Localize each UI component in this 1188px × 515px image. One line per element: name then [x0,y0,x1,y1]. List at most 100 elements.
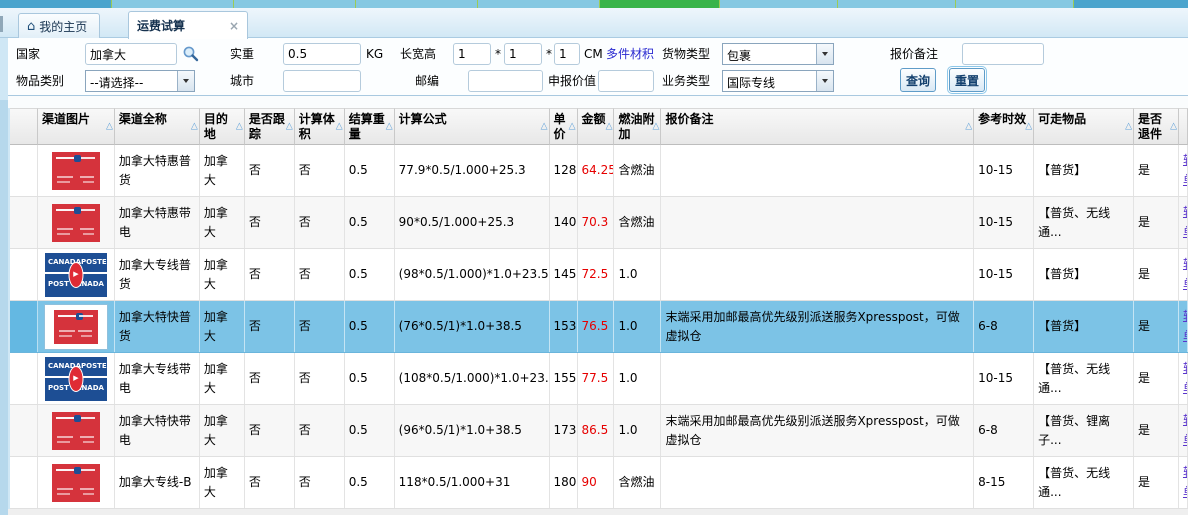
cell-fuel: 1.0 [614,249,661,300]
zip-input[interactable] [468,70,543,92]
column-header-label: 参考时效 [978,112,1026,126]
clipped-row-action-link[interactable]: 转 单 [1183,411,1188,449]
quote-remark-input[interactable] [962,43,1044,65]
weight-label: 实重 [230,43,254,65]
sort-icon[interactable]: △ [1170,119,1177,134]
canada-post-red-logo [52,204,100,242]
query-button[interactable]: 查询 [900,68,936,92]
amount-value: 72.5 [582,265,609,284]
cell-vol: 否 [295,405,345,456]
chevron-down-icon[interactable] [816,44,833,64]
column-header-time[interactable]: 参考时效△ [974,108,1034,145]
cell-track: 否 [245,249,295,300]
chevron-down-icon[interactable] [177,71,194,91]
cell-sel [10,249,38,300]
clipped-row-action-link[interactable]: 转 单 [1183,463,1188,501]
country-search-icon[interactable] [182,45,200,66]
column-header-weight[interactable]: 结算重量△ [345,108,395,145]
country-input[interactable] [85,43,177,65]
column-header-price[interactable]: 单价△ [550,108,578,145]
cell-time: 8-15 [974,457,1034,508]
dim-width-input[interactable] [504,43,542,65]
city-input[interactable] [283,70,361,92]
column-header-label: 是否跟踪 [249,112,285,141]
declared-value-label: 申报价值 [548,70,596,92]
cell-fuel: 1.0 [614,405,661,456]
canada-post-blue-logo: CANADAPOSTESPOSTCANADA▶ [45,357,107,401]
column-header-amount[interactable]: 金额△ [578,108,615,145]
sort-icon[interactable]: △ [1125,119,1132,134]
cell-name: 加拿大特惠普货 [115,145,200,196]
sort-icon[interactable]: △ [1025,119,1032,134]
sort-icon[interactable]: △ [106,119,113,134]
cell-dest: 加拿大 [200,301,245,352]
sort-icon[interactable]: △ [965,119,972,134]
reset-button[interactable]: 重置 [949,68,985,92]
logo-selected-box [44,304,108,350]
dim-length-input[interactable] [453,43,491,65]
sort-icon[interactable]: △ [606,119,613,134]
table-row[interactable]: 加拿大特惠带电加拿大否否0.590*0.5/1.000+25.3140.670.… [10,197,1188,249]
cell-dest: 加拿大 [200,457,245,508]
cell-weight: 0.5 [345,197,395,248]
cell-img: CANADAPOSTESPOSTCANADA▶ [38,249,115,300]
tab-my-homepage[interactable]: ⌂ 我的主页 [18,13,100,38]
sort-icon[interactable]: △ [541,119,548,134]
cell-ret: 是 [1134,197,1179,248]
table-row[interactable]: 加拿大特快带电加拿大否否0.5(96*0.5/1)*1.0+38.517386.… [10,405,1188,457]
cell-remark [661,457,974,508]
cell-name: 加拿大专线普货 [115,249,200,300]
clipped-row-action-link[interactable]: 转 单 [1183,203,1188,241]
biz-type-label: 业务类型 [662,70,710,92]
amount-value: 64.25 [582,161,615,180]
clipped-row-action-link[interactable]: 转 单 [1183,255,1188,293]
tab-freight-calc[interactable]: 运费试算 × [128,11,248,39]
column-header-ret[interactable]: 是否退件△ [1134,108,1179,145]
sort-icon[interactable]: △ [653,119,660,134]
sort-icon[interactable]: △ [336,119,343,134]
cell-ret: 是 [1134,457,1179,508]
close-icon[interactable]: × [229,19,239,33]
sort-icon[interactable]: △ [386,119,393,134]
column-header-goods[interactable]: 可走物品△ [1034,108,1134,145]
table-row[interactable]: CANADAPOSTESPOSTCANADA▶加拿大专线普货加拿大否否0.5(9… [10,249,1188,301]
dim-height-input[interactable] [554,43,580,65]
column-header-track[interactable]: 是否跟踪△ [245,108,295,145]
biz-type-select[interactable]: 国际专线 [722,70,834,92]
column-header-img[interactable]: 渠道图片△ [38,108,115,145]
canada-post-red-logo [52,412,100,450]
cargo-type-select[interactable]: 包裹 [722,43,834,65]
table-row[interactable]: 加拿大特快普货加拿大否否0.5(76*0.5/1)*1.0+38.515376.… [10,301,1188,353]
sort-icon[interactable]: △ [569,119,576,134]
cell-img [38,301,115,352]
item-category-select[interactable]: --请选择-- [85,70,195,92]
declared-value-input[interactable] [598,70,654,92]
sort-icon[interactable]: △ [236,119,243,134]
cell-remark [661,197,974,248]
column-header-fuel[interactable]: 燃油附加△ [614,108,661,145]
column-header-dest[interactable]: 目的地△ [200,108,245,145]
cell-goods: 【普货、锂离子... [1034,405,1134,456]
cell-remark: 末端采用加邮最高优先级别派送服务Xpresspost，可做虚拟仓 [661,301,974,352]
dims-sep-1: * [495,43,501,65]
table-row[interactable]: 加拿大专线-B加拿大否否0.5118*0.5/1.000+3118090含燃油8… [10,457,1188,509]
multi-volume-link[interactable]: 多件材积 [606,43,654,65]
cell-weight: 0.5 [345,301,395,352]
cell-ret: 是 [1134,249,1179,300]
column-header-formula[interactable]: 计算公式△ [395,108,550,145]
amount-value: 86.5 [582,421,609,440]
clipped-row-action-link[interactable]: 转 单 [1183,151,1188,189]
table-row[interactable]: 加拿大特惠普货加拿大否否0.577.9*0.5/1.000+25.3128.56… [10,145,1188,197]
table-row[interactable]: CANADAPOSTESPOSTCANADA▶加拿大专线带电加拿大否否0.5(1… [10,353,1188,405]
chevron-down-icon[interactable] [816,71,833,91]
sort-icon[interactable]: △ [286,119,293,134]
clipped-row-action-link[interactable]: 转 单 [1183,307,1188,345]
column-header-remark[interactable]: 报价备注△ [661,108,974,145]
clipped-row-action-link[interactable]: 转 单 [1183,359,1188,397]
column-header-name[interactable]: 渠道全称△ [115,108,200,145]
cell-name: 加拿大特快普货 [115,301,200,352]
cell-remark [661,249,974,300]
column-header-vol[interactable]: 计算体积△ [295,108,345,145]
weight-input[interactable] [283,43,361,65]
sort-icon[interactable]: △ [191,119,198,134]
